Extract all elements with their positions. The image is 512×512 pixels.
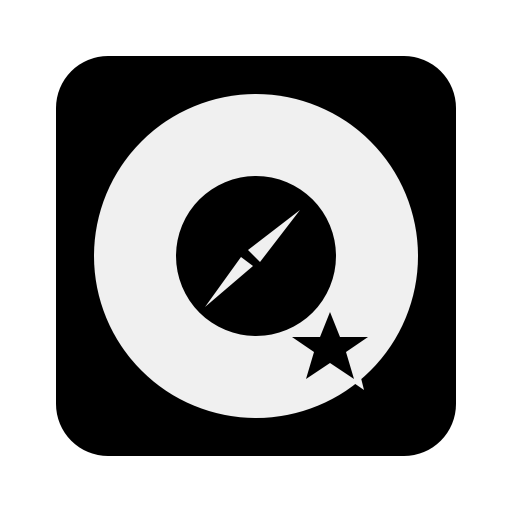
app-icon[interactable] [0,0,512,512]
icon-canvas [0,0,512,512]
